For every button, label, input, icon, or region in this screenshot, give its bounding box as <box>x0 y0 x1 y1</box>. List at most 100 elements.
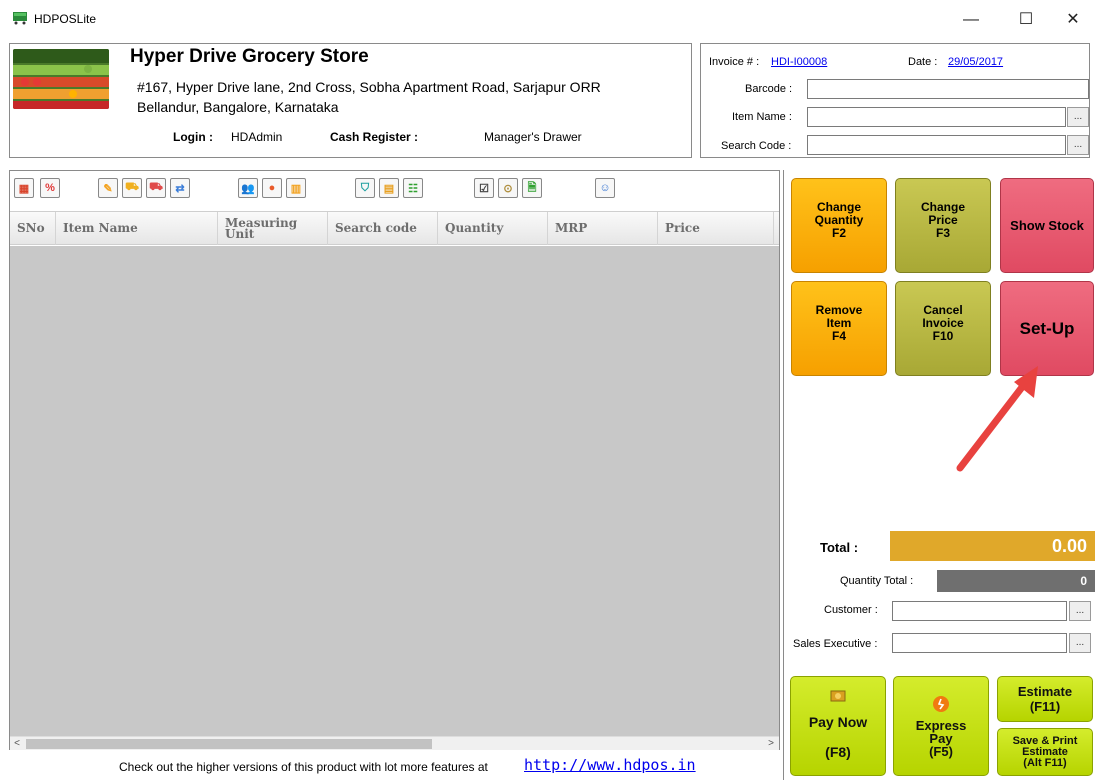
search-code-input[interactable] <box>807 135 1066 155</box>
change-quantity-button[interactable]: Change Quantity F2 <box>791 178 887 273</box>
edit-note-icon[interactable]: ✎ <box>98 178 118 198</box>
column-measuring-unit[interactable]: Measuring Unit <box>218 212 328 245</box>
total-value: 0.00 <box>890 531 1095 561</box>
close-button[interactable]: ✕ <box>1050 6 1096 34</box>
cancel-invoice-shortcut: F10 <box>932 329 954 343</box>
store-address-line1: #167, Hyper Drive lane, 2nd Cross, Sobha… <box>137 79 601 95</box>
document-icon[interactable]: 🗎 <box>522 178 542 198</box>
quantity-total-value: 0 <box>937 570 1095 592</box>
runner-icon <box>933 695 949 712</box>
hierarchy-icon[interactable]: ☷ <box>403 178 423 198</box>
cancel-invoice-button[interactable]: Cancel Invoice F10 <box>895 281 991 376</box>
actions-panel: Change Quantity F2 Change Price F3 Show … <box>783 170 1096 780</box>
save-print-label: Save & Print <box>1012 734 1078 747</box>
discount-icon[interactable]: % <box>40 178 60 198</box>
express-pay-label-1: Express <box>915 717 967 733</box>
estimate-label: Estimate <box>1017 684 1073 699</box>
store-name: Hyper Drive Grocery Store <box>130 46 369 67</box>
person-icon[interactable]: ☺ <box>595 178 615 198</box>
checklist-icon[interactable]: ☑ <box>474 178 494 198</box>
store-address-line2: Bellandur, Bangalore, Karnataka <box>137 99 339 115</box>
calculator-icon[interactable]: ▦ <box>14 178 34 198</box>
title-bar: HDPOSLite — ☐ ✕ <box>0 0 1097 40</box>
scrollbar-thumb[interactable] <box>26 739 432 749</box>
date-label: Date : <box>908 56 938 68</box>
transfer-icon[interactable]: ⇄ <box>170 178 190 198</box>
invoice-number-label: Invoice # : <box>709 56 760 68</box>
customer-label: Customer : <box>824 604 878 616</box>
invoice-panel: Invoice # : HDI-I00008 Date : 29/05/2017… <box>700 43 1090 158</box>
estimate-button[interactable]: Estimate (F11) <box>997 676 1093 722</box>
minimize-button[interactable]: — <box>948 6 994 34</box>
search-code-browse-button[interactable]: ... <box>1067 135 1089 155</box>
save-print-label-2: Estimate <box>1022 745 1068 758</box>
express-pay-button[interactable]: Express Pay (F5) <box>893 676 989 776</box>
change-quantity-shortcut: F2 <box>831 226 846 240</box>
estimate-shortcut: (F11) <box>1029 699 1061 714</box>
barcode-input[interactable] <box>807 79 1089 99</box>
customer-browse-button[interactable]: ... <box>1069 601 1091 621</box>
login-label: Login : <box>173 130 213 144</box>
change-price-button[interactable]: Change Price F3 <box>895 178 991 273</box>
login-value: HDAdmin <box>231 130 283 144</box>
scroll-right-icon[interactable]: > <box>764 737 778 751</box>
column-item-name[interactable]: Item Name <box>56 212 218 245</box>
basket-icon[interactable]: ⛉ <box>355 178 375 198</box>
invoice-number-link[interactable]: HDI-I00008 <box>771 56 827 68</box>
date-value-link[interactable]: 29/05/2017 <box>948 56 1003 68</box>
setup-button[interactable]: Set-Up <box>1000 281 1094 376</box>
maximize-button[interactable]: ☐ <box>1003 6 1049 34</box>
change-price-shortcut: F3 <box>935 226 950 240</box>
store-info-panel: Hyper Drive Grocery Store #167, Hyper Dr… <box>9 43 692 158</box>
item-name-label: Item Name : <box>732 111 792 123</box>
quantity-total-label: Quantity Total : <box>840 575 914 587</box>
remove-item-button[interactable]: Remove Item F4 <box>791 281 887 376</box>
save-print-shortcut: (Alt F11) <box>1023 756 1067 769</box>
sales-executive-browse-button[interactable]: ... <box>1069 633 1091 653</box>
user-icon[interactable]: ● <box>262 178 282 198</box>
pay-now-button[interactable]: Pay Now (F8) <box>790 676 886 776</box>
cart-app-icon <box>13 12 27 25</box>
setup-label: Set-Up <box>1019 319 1075 338</box>
column-sno[interactable]: SNo <box>10 212 56 245</box>
sales-executive-input[interactable] <box>892 633 1067 653</box>
show-stock-label: Show Stock <box>1010 218 1084 233</box>
pay-now-label: Pay Now <box>808 714 868 730</box>
express-pay-shortcut: (F5) <box>929 743 953 759</box>
column-price[interactable]: Price <box>658 212 774 245</box>
scroll-left-icon[interactable]: < <box>10 737 24 751</box>
grid-body[interactable] <box>10 246 779 737</box>
window-title: HDPOSLite <box>34 12 97 26</box>
footer-text: Check out the higher versions of this pr… <box>119 760 488 774</box>
remove-item-shortcut: F4 <box>831 329 846 343</box>
factory-icon[interactable]: ▥ <box>286 178 306 198</box>
column-mrp[interactable]: MRP <box>548 212 658 245</box>
grid-header: SNo Item Name Measuring Unit Search code… <box>10 211 779 245</box>
cash-icon <box>830 690 846 702</box>
total-label: Total : <box>820 540 859 555</box>
show-stock-button[interactable]: Show Stock <box>1000 178 1094 273</box>
cash-register-label: Cash Register : <box>330 130 419 144</box>
express-pay-label-2: Pay <box>929 730 953 746</box>
cart-icon[interactable]: ⛟ <box>122 178 142 198</box>
cash-register-value: Manager's Drawer <box>484 130 582 144</box>
footer-link[interactable]: http://www.hdpos.in <box>524 756 696 774</box>
column-quantity[interactable]: Quantity <box>438 212 548 245</box>
pay-now-shortcut: (F8) <box>825 744 851 760</box>
item-name-browse-button[interactable]: ... <box>1067 107 1089 127</box>
item-name-input[interactable] <box>807 107 1066 127</box>
column-search-code[interactable]: Search code <box>328 212 438 245</box>
search-code-label: Search Code : <box>721 140 792 152</box>
store-logo-image <box>13 49 109 109</box>
barcode-label: Barcode : <box>745 83 793 95</box>
items-grid-panel: ▦% ✎ ⛟ ⛟ ⇄ 👥 ● ▥ ⛉ ▤ ☷ ☑ ⊙ 🗎 ☺ SNo Item Name Measuring… <box>9 170 780 750</box>
toolbar: ▦% ✎ ⛟ ⛟ ⇄ 👥 ● ▥ ⛉ ▤ ☷ ☑ ⊙ 🗎 ☺ <box>10 171 779 211</box>
horizontal-scrollbar[interactable]: < > <box>10 736 779 750</box>
customer-input[interactable] <box>892 601 1067 621</box>
inventory-icon[interactable]: ▤ <box>379 178 399 198</box>
money-icon[interactable]: ⊙ <box>498 178 518 198</box>
sales-executive-label: Sales Executive : <box>793 638 878 650</box>
save-print-estimate-button[interactable]: Save & Print Estimate (Alt F11) <box>997 728 1093 776</box>
truck-icon[interactable]: ⛟ <box>146 178 166 198</box>
customers-icon[interactable]: 👥 <box>238 178 258 198</box>
